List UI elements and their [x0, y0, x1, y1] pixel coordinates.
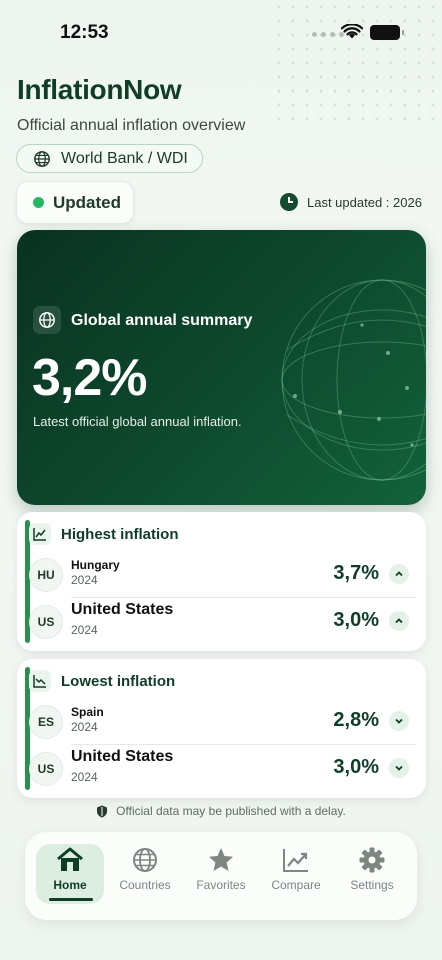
inflation-value: 2,8% — [333, 709, 379, 731]
globe-icon — [34, 150, 50, 167]
data-year: 2024 — [71, 720, 98, 734]
tab-settings[interactable]: Settings — [337, 846, 407, 892]
inflation-value: 3,0% — [333, 609, 379, 631]
tab-label: Countries — [119, 878, 171, 892]
tab-favorites[interactable]: Favorites — [186, 846, 256, 892]
shield-icon — [97, 805, 108, 817]
active-tab-indicator — [49, 898, 93, 901]
tab-label: Settings — [350, 878, 394, 892]
last-updated-label: Last updated : 2026 — [307, 194, 422, 210]
list-item[interactable]: ES Spain 2024 2,8% — [29, 701, 419, 745]
card-title: Highest inflation — [61, 525, 179, 543]
status-time: 12:53 — [60, 22, 109, 43]
update-status-badge: Updated — [16, 181, 134, 224]
global-summary-card[interactable]: Global annual summary 3,2% Latest offici… — [17, 230, 426, 505]
summary-title: Global annual summary — [71, 312, 253, 329]
trend-up-icon — [29, 523, 51, 545]
summary-note: Latest official global annual inflation. — [33, 414, 242, 429]
chevron-down-icon — [389, 758, 409, 778]
list-item[interactable]: US United States 2024 3,0% — [29, 601, 419, 645]
tab-label: Home — [53, 878, 87, 892]
inflation-value: 3,0% — [333, 756, 379, 778]
globe-icon — [39, 312, 55, 328]
row-divider — [71, 597, 416, 598]
tab-home[interactable]: Home — [35, 846, 105, 892]
card-header: Highest inflation — [29, 523, 179, 545]
disclaimer-text: Official data may be published with a de… — [116, 804, 346, 818]
inflation-value: 3,7% — [333, 562, 379, 584]
country-code-badge: HU — [29, 558, 63, 592]
data-source-label: World Bank / WDI — [61, 149, 188, 167]
card-title: Lowest inflation — [61, 672, 176, 690]
app-subtitle: Official annual inflation overview — [17, 117, 246, 134]
last-updated: Last updated : 2026 — [280, 193, 422, 211]
list-item[interactable]: US United States 2024 3,0% — [29, 748, 419, 792]
gear-icon — [359, 847, 385, 873]
lowest-inflation-card[interactable]: Lowest inflation ES Spain 2024 2,8% US U… — [17, 659, 426, 798]
data-delay-disclaimer: Official data may be published with a de… — [0, 804, 442, 818]
country-name: United States — [71, 748, 174, 765]
data-year: 2024 — [71, 623, 98, 637]
country-code-badge: ES — [29, 705, 63, 739]
country-code-badge: US — [29, 605, 63, 639]
camera-dots — [312, 32, 344, 37]
tab-countries[interactable]: Countries — [110, 846, 180, 892]
chevron-down-icon — [389, 711, 409, 731]
list-item[interactable]: HU Hungary 2024 3,7% — [29, 554, 419, 598]
country-name: Spain — [71, 705, 104, 719]
battery-icon — [370, 25, 404, 40]
trend-icon — [283, 849, 308, 872]
global-inflation-value: 3,2% — [32, 349, 148, 407]
country-name: United States — [71, 601, 174, 618]
data-year: 2024 — [71, 770, 98, 784]
status-bar: 12:53 — [0, 0, 442, 64]
hero-globe-badge — [33, 306, 61, 334]
star-icon — [209, 848, 233, 871]
data-year: 2024 — [71, 573, 98, 587]
country-name: Hungary — [71, 558, 120, 572]
chevron-up-icon — [389, 611, 409, 631]
chevron-up-icon — [389, 564, 409, 584]
tab-label: Compare — [271, 878, 321, 892]
bottom-tab-bar: Home Countries Favorites Compare Setting… — [25, 832, 417, 920]
tab-compare[interactable]: Compare — [261, 846, 331, 892]
card-header: Lowest inflation — [29, 670, 175, 692]
wifi-icon — [341, 24, 363, 39]
row-divider — [71, 744, 416, 745]
country-code-badge: US — [29, 752, 63, 786]
home-icon — [57, 847, 83, 871]
clock-icon — [280, 193, 298, 211]
update-status-label: Updated — [53, 192, 121, 212]
data-source-pill[interactable]: World Bank / WDI — [16, 144, 203, 173]
tab-label: Favorites — [196, 878, 246, 892]
globe-icon — [133, 848, 157, 872]
app-title: InflationNow — [17, 74, 182, 105]
highest-inflation-card[interactable]: Highest inflation HU Hungary 2024 3,7% U… — [17, 512, 426, 651]
trend-down-icon — [29, 670, 51, 692]
status-dot-icon — [33, 197, 44, 208]
